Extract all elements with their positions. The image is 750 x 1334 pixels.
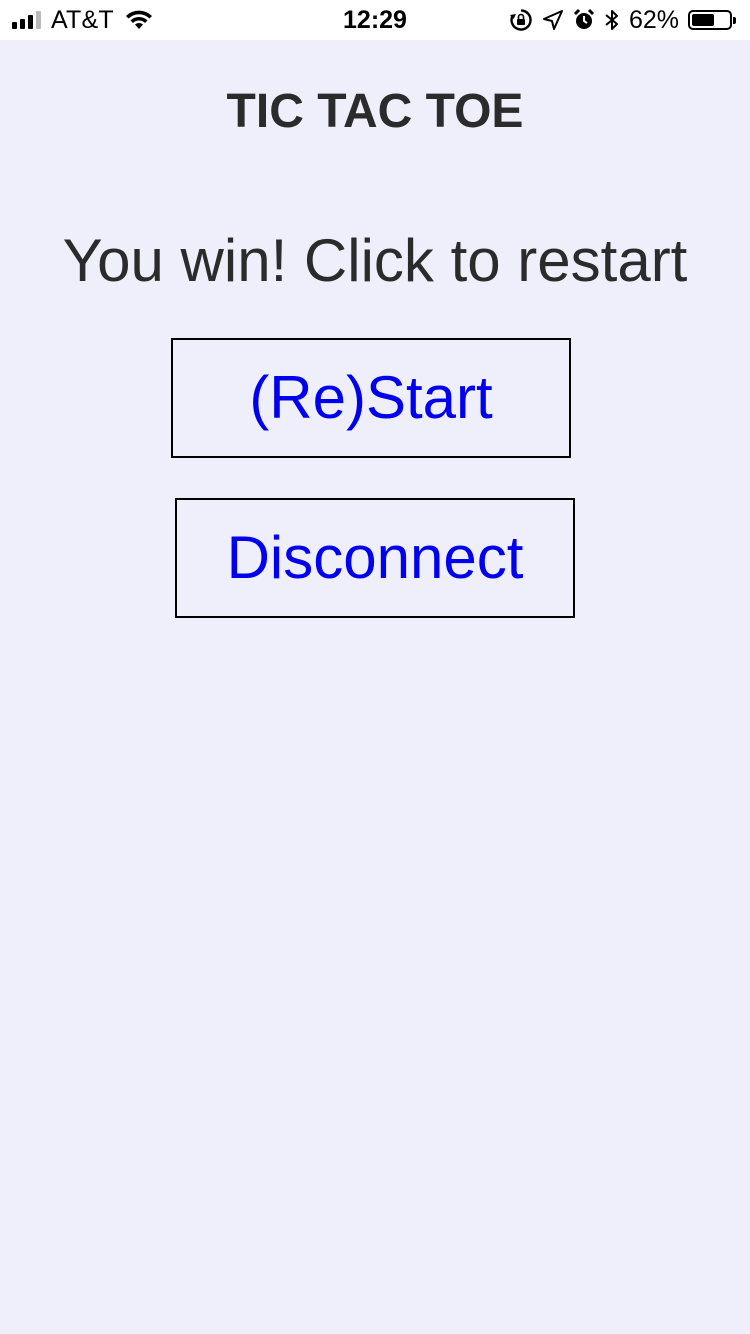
bluetooth-icon <box>604 8 620 32</box>
battery-level <box>692 14 714 26</box>
battery-percent: 62% <box>628 6 679 34</box>
disconnect-button[interactable]: Disconnect <box>175 498 575 618</box>
location-icon <box>542 9 564 31</box>
page-title: TIC TAC TOE <box>226 85 524 138</box>
rotation-lock-icon <box>509 8 533 32</box>
status-right: 62% <box>509 6 736 34</box>
alarm-icon <box>573 8 595 32</box>
status-bar: AT&T 12:29 62% <box>0 0 750 40</box>
battery-icon <box>688 10 736 30</box>
restart-button[interactable]: (Re)Start <box>171 338 571 458</box>
game-status-message: You win! Click to restart <box>62 227 688 294</box>
